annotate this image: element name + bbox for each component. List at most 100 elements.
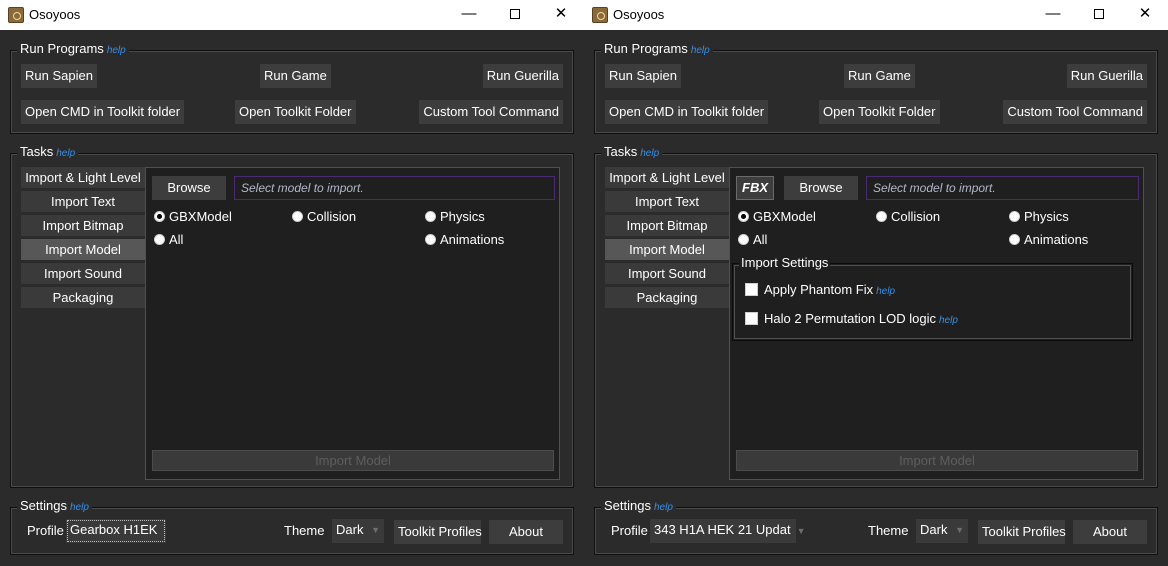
toolkit-profiles-button[interactable]: Toolkit Profiles	[394, 520, 482, 544]
tab-import-sound[interactable]: Import Sound	[605, 263, 729, 285]
radio-unchecked-icon	[738, 234, 749, 245]
run-game-button[interactable]: Run Game	[260, 64, 331, 88]
chevron-down-icon: ▼	[796, 526, 806, 536]
radio-unchecked-icon	[1009, 234, 1020, 245]
tab-import-text[interactable]: Import Text	[21, 191, 145, 213]
radio-gbxmodel[interactable]: GBXModel	[154, 209, 232, 225]
settings-group: Settings help Profile Gearbox H1EK Theme …	[10, 498, 574, 555]
profile-select[interactable]: Gearbox H1EK	[66, 519, 166, 543]
model-path-input[interactable]: Select model to import.	[866, 176, 1139, 200]
radio-animations[interactable]: Animations	[1009, 232, 1088, 248]
radio-all[interactable]: All	[738, 232, 767, 248]
radio-gbxmodel[interactable]: GBXModel	[738, 209, 816, 225]
radio-checked-icon	[738, 211, 749, 222]
tab-packaging[interactable]: Packaging	[605, 287, 729, 309]
minimize-icon[interactable]: —	[446, 0, 492, 30]
tab-import-light-level[interactable]: Import & Light Level	[605, 167, 729, 189]
radio-checked-icon	[154, 211, 165, 222]
theme-select[interactable]: Dark ▼	[332, 519, 384, 543]
run-guerilla-button[interactable]: Run Guerilla	[1066, 64, 1147, 88]
tasks-title: Tasks help	[601, 144, 663, 159]
tab-import-bitmap[interactable]: Import Bitmap	[605, 215, 729, 237]
app-window-right: Osoyoos — ✕ Run Programs help Run Sapien …	[584, 0, 1168, 566]
title-bar[interactable]: Osoyoos — ✕	[0, 0, 584, 30]
tab-import-model[interactable]: Import Model	[605, 239, 729, 261]
open-cmd-button[interactable]: Open CMD in Toolkit folder	[605, 100, 769, 124]
apply-phantom-fix-checkbox[interactable]: Apply Phantom Fix help	[745, 282, 895, 298]
radio-physics[interactable]: Physics	[1009, 209, 1069, 225]
title-bar[interactable]: Osoyoos — ✕	[584, 0, 1168, 30]
theme-select[interactable]: Dark ▼	[916, 519, 968, 543]
open-toolkit-folder-button[interactable]: Open Toolkit Folder	[819, 100, 940, 124]
close-icon[interactable]: ✕	[538, 0, 584, 30]
settings-help-link[interactable]: help	[654, 502, 673, 513]
tasks-help-link[interactable]: help	[56, 148, 75, 159]
run-programs-help-link[interactable]: help	[691, 45, 710, 56]
lod-logic-help-link[interactable]: help	[939, 315, 958, 326]
settings-help-link[interactable]: help	[70, 502, 89, 513]
radio-unchecked-icon	[154, 234, 165, 245]
radio-unchecked-icon	[1009, 211, 1020, 222]
fbx-button[interactable]: FBX	[736, 176, 774, 200]
radio-animations[interactable]: Animations	[425, 232, 504, 248]
window-title: Osoyoos	[29, 7, 81, 22]
app-logo-icon	[592, 7, 608, 23]
tasks-group: Tasks help Import & Light Level Import Te…	[594, 144, 1158, 488]
custom-tool-command-button[interactable]: Custom Tool Command	[419, 100, 563, 124]
run-sapien-button[interactable]: Run Sapien	[605, 64, 681, 88]
tab-import-text[interactable]: Import Text	[605, 191, 729, 213]
maximize-icon[interactable]	[492, 0, 538, 30]
theme-label: Theme	[284, 523, 325, 538]
halo2-lod-checkbox[interactable]: Halo 2 Permutation LOD logic help	[745, 311, 958, 327]
run-guerilla-button[interactable]: Run Guerilla	[482, 64, 563, 88]
radio-unchecked-icon	[292, 211, 303, 222]
chevron-down-icon: ▼	[371, 525, 380, 535]
browse-button[interactable]: Browse	[784, 176, 858, 200]
settings-title: Settings help	[601, 498, 676, 513]
run-game-button[interactable]: Run Game	[844, 64, 915, 88]
browse-button[interactable]: Browse	[152, 176, 226, 200]
about-button[interactable]: About	[1073, 520, 1147, 544]
maximize-icon[interactable]	[1076, 0, 1122, 30]
tab-import-sound[interactable]: Import Sound	[21, 263, 145, 285]
open-cmd-button[interactable]: Open CMD in Toolkit folder	[21, 100, 185, 124]
app-logo-icon	[8, 7, 24, 23]
import-settings-title: Import Settings	[739, 255, 831, 270]
run-programs-help-link[interactable]: help	[107, 45, 126, 56]
import-model-panel: Browse Select model to import. GBXModel …	[145, 167, 560, 480]
radio-unchecked-icon	[425, 234, 436, 245]
about-button[interactable]: About	[489, 520, 563, 544]
close-icon[interactable]: ✕	[1122, 0, 1168, 30]
tasks-help-link[interactable]: help	[640, 148, 659, 159]
tab-packaging[interactable]: Packaging	[21, 287, 145, 309]
radio-all[interactable]: All	[154, 232, 183, 248]
custom-tool-command-button[interactable]: Custom Tool Command	[1003, 100, 1147, 124]
settings-group: Settings help Profile 343 H1A HEK 21 Upda…	[594, 498, 1158, 555]
tab-import-light-level[interactable]: Import & Light Level	[21, 167, 145, 189]
import-model-button[interactable]: Import Model	[152, 450, 554, 471]
minimize-icon[interactable]: —	[1030, 0, 1076, 30]
import-model-button[interactable]: Import Model	[736, 450, 1138, 471]
chevron-down-icon: ▼	[955, 525, 964, 535]
run-programs-group: Run Programs help Run Sapien Run Game Run…	[10, 41, 574, 134]
run-programs-title: Run Programs help	[17, 41, 129, 56]
profile-label: Profile	[611, 523, 648, 538]
radio-collision[interactable]: Collision	[292, 209, 356, 225]
model-path-input[interactable]: Select model to import.	[234, 176, 555, 200]
radio-physics[interactable]: Physics	[425, 209, 485, 225]
phantom-fix-help-link[interactable]: help	[876, 286, 895, 297]
run-programs-group: Run Programs help Run Sapien Run Game Run…	[594, 41, 1158, 134]
toolkit-profiles-button[interactable]: Toolkit Profiles	[978, 520, 1066, 544]
tab-import-bitmap[interactable]: Import Bitmap	[21, 215, 145, 237]
tab-import-model[interactable]: Import Model	[21, 239, 145, 261]
tasks-title: Tasks help	[17, 144, 79, 159]
checkbox-unchecked-icon	[745, 312, 758, 325]
radio-collision[interactable]: Collision	[876, 209, 940, 225]
tasks-group: Tasks help Import & Light Level Import Te…	[10, 144, 574, 488]
window-title: Osoyoos	[613, 7, 665, 22]
radio-unchecked-icon	[876, 211, 887, 222]
open-toolkit-folder-button[interactable]: Open Toolkit Folder	[235, 100, 356, 124]
import-model-panel: FBX Browse Select model to import. GBXMo…	[729, 167, 1144, 480]
profile-select[interactable]: 343 H1A HEK 21 Updat ▼	[650, 519, 806, 543]
run-sapien-button[interactable]: Run Sapien	[21, 64, 97, 88]
